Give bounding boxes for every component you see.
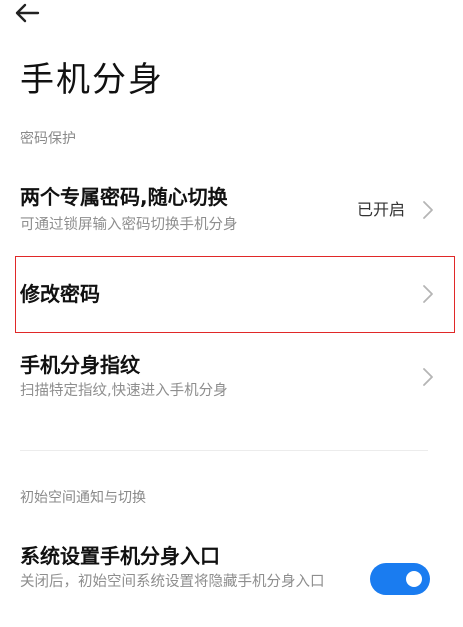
status-value: 已开启 — [356, 200, 405, 219]
section-header-initial-space: 初始空间通知与切换 — [20, 490, 146, 506]
change-password-row[interactable]: 修改密码 — [0, 258, 463, 332]
row-title: 手机分身指纹 — [20, 353, 140, 377]
section-header-password-protection: 密码保护 — [20, 131, 76, 147]
settings-entry-toggle[interactable] — [370, 563, 430, 595]
divider — [20, 450, 428, 451]
toggle-knob — [406, 571, 422, 587]
chevron-right-icon — [423, 368, 433, 386]
page-title: 手机分身 — [20, 60, 164, 100]
chevron-right-icon — [423, 285, 433, 303]
row-title: 系统设置手机分身入口 — [20, 544, 220, 568]
chevron-right-icon — [423, 201, 433, 219]
arrow-left-icon — [15, 3, 40, 23]
row-title: 两个专属密码,随心切换 — [20, 185, 228, 209]
row-subtitle: 扫描特定指纹,快速进入手机分身 — [20, 383, 228, 399]
fingerprint-row[interactable]: 手机分身指纹 扫描特定指纹,快速进入手机分身 — [0, 346, 463, 416]
row-title: 修改密码 — [20, 282, 100, 306]
dual-password-row[interactable]: 两个专属密码,随心切换 可通过锁屏输入密码切换手机分身 已开启 — [0, 176, 463, 246]
row-subtitle: 可通过锁屏输入密码切换手机分身 — [20, 217, 238, 233]
row-subtitle: 关闭后，初始空间系统设置将隐藏手机分身入口 — [20, 574, 325, 590]
back-button[interactable] — [14, 0, 50, 26]
